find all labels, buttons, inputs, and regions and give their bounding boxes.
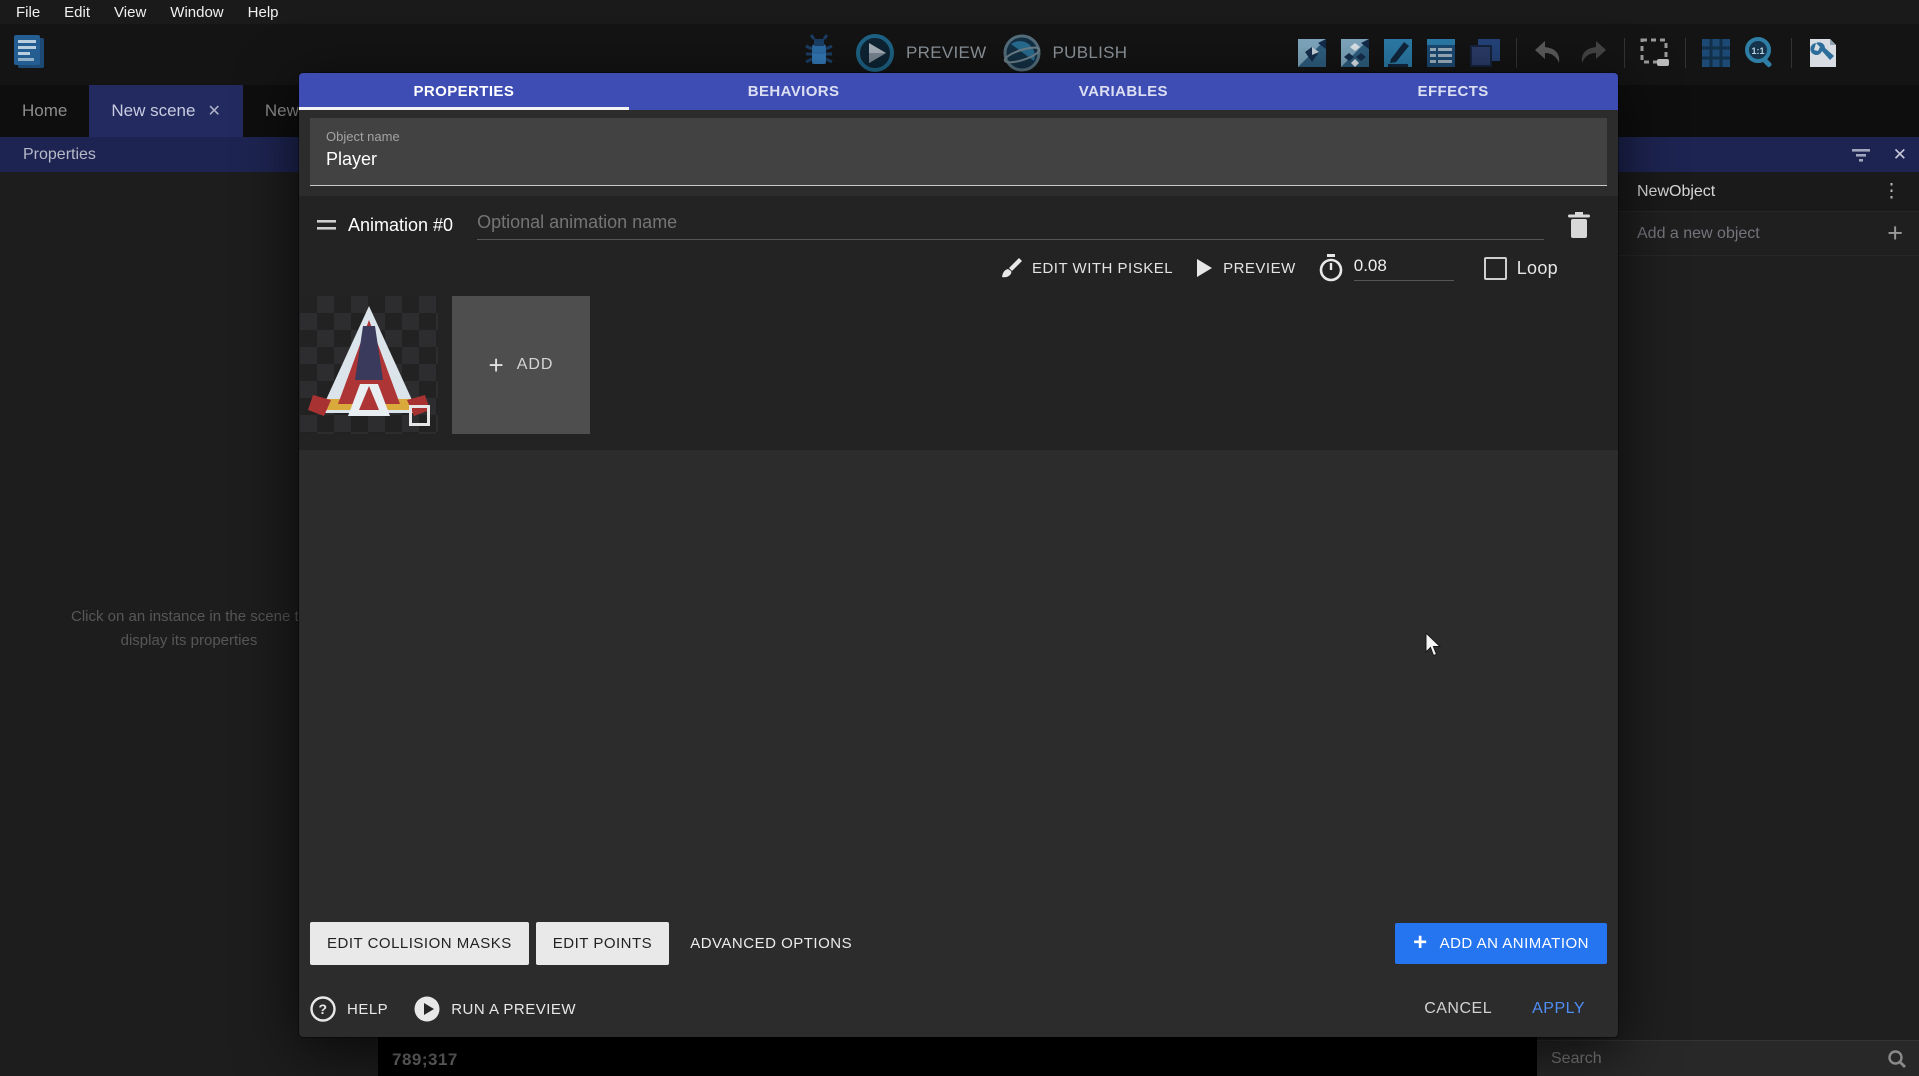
toolbar-divider <box>1624 38 1625 68</box>
search-icon[interactable] <box>1887 1049 1907 1069</box>
play-icon <box>1195 258 1213 278</box>
menu-view[interactable]: View <box>104 2 156 23</box>
cancel-button[interactable]: CANCEL <box>1424 1000 1492 1018</box>
layers-icon[interactable] <box>1468 37 1502 69</box>
tab-effects[interactable]: EFFECTS <box>1288 73 1618 110</box>
timer-icon <box>1318 254 1344 282</box>
brush-icon <box>998 256 1022 280</box>
plus-icon[interactable]: + <box>1887 218 1903 249</box>
tab-properties[interactable]: PROPERTIES <box>299 73 629 110</box>
frame-select-checkbox[interactable] <box>409 405 430 426</box>
animation-controls: EDIT WITH PISKEL PREVIEW Loop <box>299 240 1618 282</box>
debug-icon[interactable] <box>798 32 840 74</box>
animation-name-input[interactable] <box>477 210 1544 240</box>
menu-window[interactable]: Window <box>160 2 233 23</box>
preview-animation-button[interactable]: PREVIEW <box>1195 258 1296 278</box>
dialog-footer-buttons: EDIT COLLISION MASKS EDIT POINTS ADVANCE… <box>310 922 1607 965</box>
apply-button[interactable]: APPLY <box>1532 1000 1585 1018</box>
publish-label: PUBLISH <box>1053 43 1128 63</box>
dialog-action-bar: ? HELP RUN A PREVIEW CANCEL APPLY <box>310 991 1607 1027</box>
grid-icon[interactable] <box>1700 37 1732 69</box>
objects-editor-icon[interactable] <box>1296 37 1328 69</box>
preview-button[interactable]: PREVIEW <box>854 32 987 74</box>
publish-globe-icon <box>1001 32 1043 74</box>
dialog-tab-bar: PROPERTIES BEHAVIORS VARIABLES EFFECTS <box>299 73 1618 110</box>
loop-label: Loop <box>1517 258 1558 279</box>
help-icon: ? <box>310 996 336 1022</box>
play-preview-icon <box>854 32 896 74</box>
run-a-preview-button[interactable]: RUN A PREVIEW <box>414 996 576 1022</box>
object-groups-icon[interactable] <box>1339 37 1371 69</box>
object-name-label: Object name <box>326 129 1591 144</box>
mouse-cursor <box>1425 633 1442 657</box>
loop-checkbox[interactable] <box>1484 257 1507 280</box>
add-an-animation-button[interactable]: + ADD AN ANIMATION <box>1395 923 1607 964</box>
menu-bar: File Edit View Window Help <box>0 0 1919 24</box>
cursor-coordinates: 789;317 <box>392 1050 458 1070</box>
edit-points-button[interactable]: EDIT POINTS <box>536 922 669 965</box>
undo-icon[interactable] <box>1531 37 1565 69</box>
kebab-menu-icon[interactable]: ⋮ <box>1882 180 1901 203</box>
zoom-ratio-icon[interactable]: 1:1 <box>1743 36 1777 70</box>
search-bar <box>1537 1040 1919 1076</box>
svg-text:?: ? <box>318 1001 327 1017</box>
edit-collision-masks-button[interactable]: EDIT COLLISION MASKS <box>310 922 529 965</box>
preview-label: PREVIEW <box>906 43 987 63</box>
properties-panel-title: Properties <box>23 146 96 164</box>
tab-home[interactable]: Home <box>0 85 89 137</box>
tab-behaviors[interactable]: BEHAVIORS <box>629 73 959 110</box>
filter-icon[interactable] <box>1851 147 1871 163</box>
toolbar-divider <box>1791 38 1792 68</box>
time-between-frames-field <box>1318 254 1454 282</box>
publish-button[interactable]: PUBLISH <box>1001 32 1128 74</box>
mask-icon[interactable] <box>1639 37 1671 69</box>
close-panel-icon[interactable]: ✕ <box>1893 145 1907 165</box>
close-tab-icon[interactable]: ✕ <box>207 101 220 121</box>
menu-file[interactable]: File <box>6 2 50 23</box>
menu-edit[interactable]: Edit <box>54 2 100 23</box>
tab-new-scene[interactable]: New scene ✕ <box>89 85 243 137</box>
plus-icon: + <box>489 350 505 381</box>
edit-with-piskel-button[interactable]: EDIT WITH PISKEL <box>998 256 1173 280</box>
add-frame-button[interactable]: + ADD <box>452 296 590 434</box>
tab-variables[interactable]: VARIABLES <box>959 73 1289 110</box>
gdevelop-window: File Edit View Window Help <box>0 0 1919 1076</box>
time-between-frames-input[interactable] <box>1354 256 1454 281</box>
object-editor-dialog: PROPERTIES BEHAVIORS VARIABLES EFFECTS O… <box>299 73 1618 1037</box>
drag-handle-icon[interactable] <box>317 219 336 231</box>
run-preview-icon <box>414 996 440 1022</box>
object-name-input[interactable] <box>326 149 1591 170</box>
loop-control: Loop <box>1484 257 1558 280</box>
redo-icon[interactable] <box>1576 37 1610 69</box>
advanced-options-button[interactable]: ADVANCED OPTIONS <box>676 922 866 965</box>
object-name-field: Object name <box>310 118 1607 186</box>
menu-help[interactable]: Help <box>238 2 289 23</box>
plus-icon: + <box>1413 931 1428 955</box>
instances-list-icon[interactable] <box>1425 37 1457 69</box>
settings-wrench-icon[interactable] <box>1806 37 1838 69</box>
help-button[interactable]: ? HELP <box>310 996 388 1022</box>
svg-text:1:1: 1:1 <box>1751 46 1764 56</box>
animation-title: Animation #0 <box>348 215 453 236</box>
frame-thumbnail[interactable] <box>300 296 438 434</box>
animation-section: Animation #0 EDIT WITH PISKEL PREVIEW <box>299 196 1618 450</box>
toolbar-divider <box>1516 38 1517 68</box>
frames-row: + ADD <box>299 296 1618 434</box>
toolbar-divider <box>1685 38 1686 68</box>
delete-animation-icon[interactable] <box>1568 212 1590 238</box>
project-manager-icon[interactable] <box>10 32 50 72</box>
edit-scene-icon[interactable] <box>1382 37 1414 69</box>
search-input[interactable] <box>1537 1050 1887 1068</box>
active-tab-indicator <box>299 107 629 110</box>
